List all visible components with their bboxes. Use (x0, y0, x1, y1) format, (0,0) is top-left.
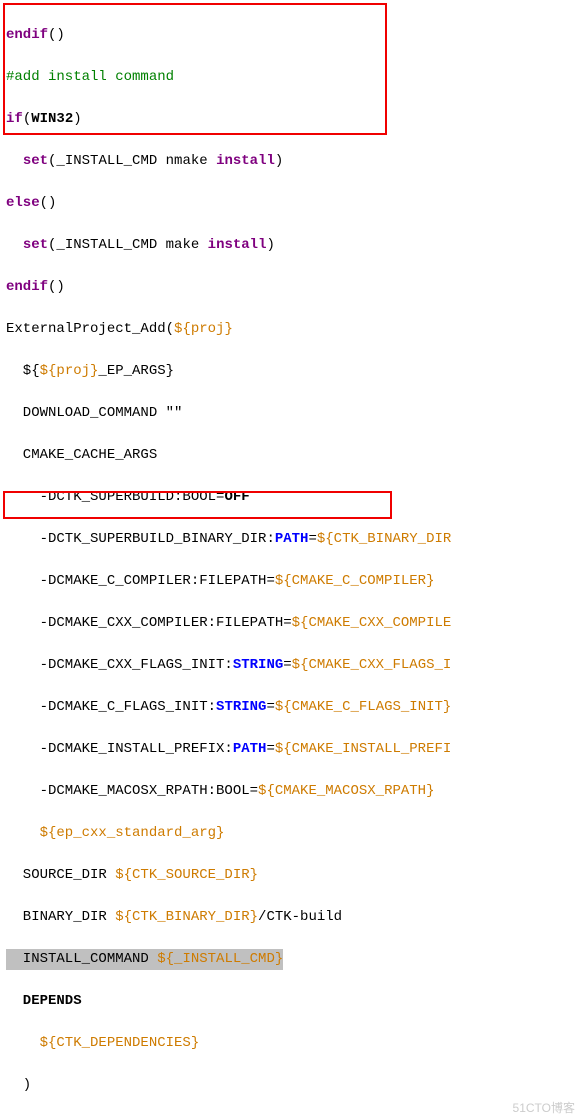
code-line: set(_INSTALL_CMD nmake install) (6, 151, 575, 172)
watermark: 51CTO博客 (513, 1098, 575, 1119)
code-line: set(_INSTALL_CMD make install) (6, 235, 575, 256)
code-line: ${ep_cxx_standard_arg} (6, 823, 575, 844)
code-line: ${${proj}_EP_ARGS} (6, 361, 575, 382)
code-line: CMAKE_CACHE_ARGS (6, 445, 575, 466)
code-line: -DCMAKE_INSTALL_PREFIX:PATH=${CMAKE_INST… (6, 739, 575, 760)
code-line: -DCTK_SUPERBUILD_BINARY_DIR:PATH=${CTK_B… (6, 529, 575, 550)
code-line: ${CTK_DEPENDENCIES} (6, 1033, 575, 1054)
code-block: endif() #add install command if(WIN32) s… (0, 0, 581, 1120)
code-line: -DCTK_SUPERBUILD:BOOL=OFF (6, 487, 575, 508)
comment: #add install command (6, 69, 174, 85)
code-line: SOURCE_DIR ${CTK_SOURCE_DIR} (6, 865, 575, 886)
code-line: -DCMAKE_CXX_FLAGS_INIT:STRING=${CMAKE_CX… (6, 655, 575, 676)
code-line: BINARY_DIR ${CTK_BINARY_DIR}/CTK-build (6, 907, 575, 928)
code-line: if(WIN32) (6, 109, 575, 130)
code-line: DEPENDS (6, 991, 575, 1012)
code-line: #add install command (6, 67, 575, 88)
install-command-line: INSTALL_COMMAND ${_INSTALL_CMD} (6, 949, 575, 970)
code-line: DOWNLOAD_COMMAND "" (6, 403, 575, 424)
code-line: ) (6, 1075, 575, 1096)
code-line: -DCMAKE_C_FLAGS_INIT:STRING=${CMAKE_C_FL… (6, 697, 575, 718)
code-line: endif() (6, 277, 575, 298)
code-line: ExternalProject_Add(${proj} (6, 319, 575, 340)
code-line: -DCMAKE_C_COMPILER:FILEPATH=${CMAKE_C_CO… (6, 571, 575, 592)
code-line: endif() (6, 25, 575, 46)
code-line: else() (6, 193, 575, 214)
code-line: -DCMAKE_MACOSX_RPATH:BOOL=${CMAKE_MACOSX… (6, 781, 575, 802)
code-line: -DCMAKE_CXX_COMPILER:FILEPATH=${CMAKE_CX… (6, 613, 575, 634)
